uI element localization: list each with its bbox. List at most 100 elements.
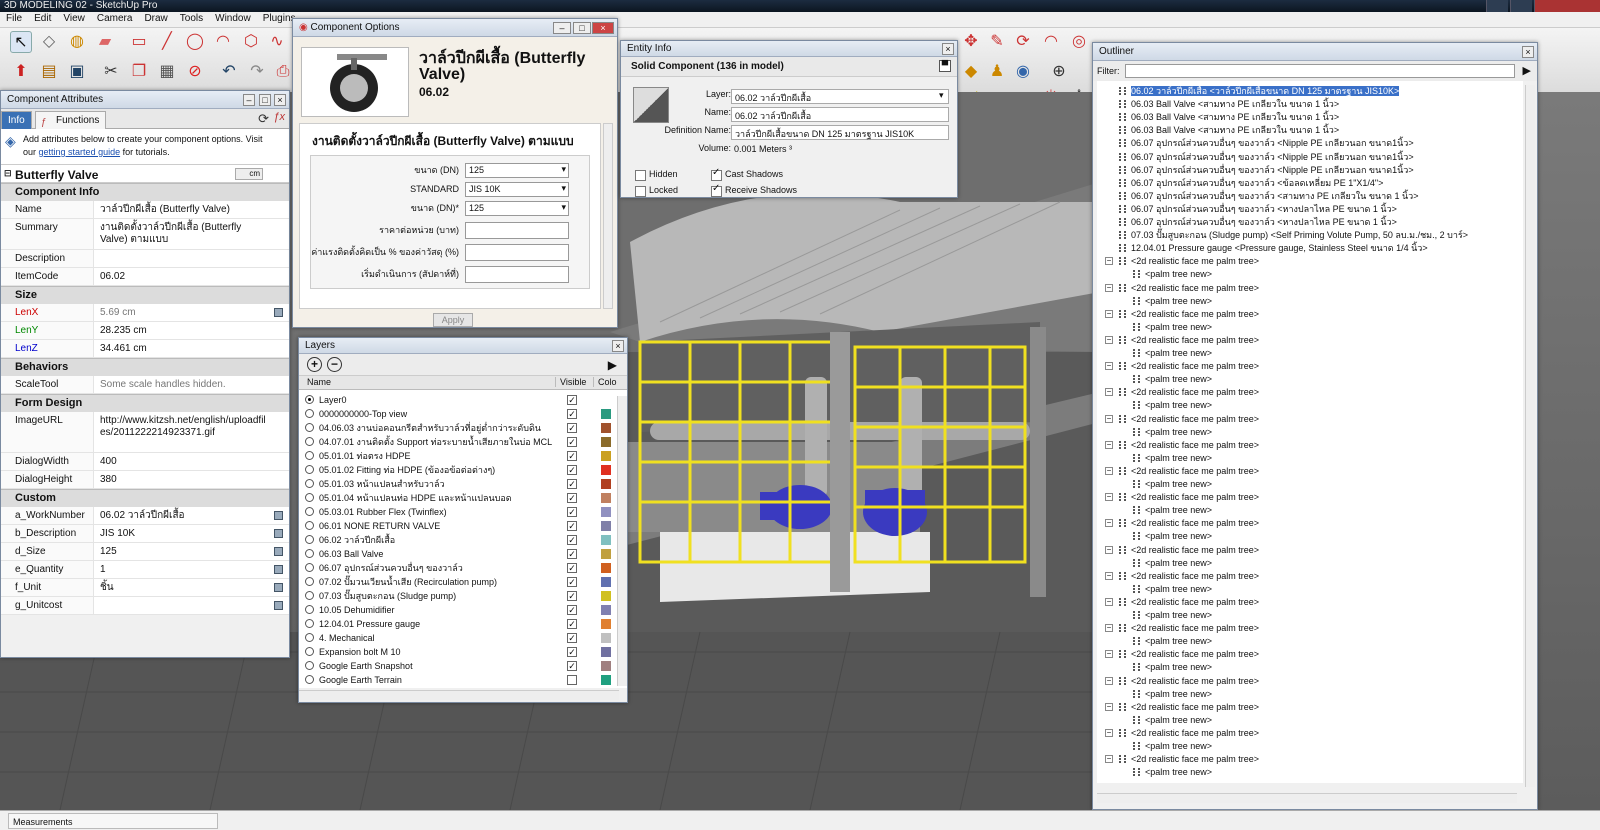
pencil-icon[interactable]: ✎ [986,31,1008,53]
layer-row[interactable]: 05.01.03 หน้าแปลนสำหรับวาล์ว ✓ [299,477,611,491]
outliner-item[interactable]: <palm tree new> [1133,373,1212,386]
eraser-icon[interactable]: ▰ [94,31,116,53]
menu-camera[interactable]: Camera [91,12,139,25]
attr-value[interactable] [93,250,289,267]
collapse-icon[interactable]: − [1105,650,1113,659]
component-options-titlebar[interactable]: ◉ Component Options – □ × [293,19,617,37]
orbit-icon[interactable]: ◉ [1012,61,1034,83]
layer-color-swatch[interactable] [601,395,611,405]
delete-icon[interactable]: ⊘ [184,61,206,83]
collapse-icon[interactable]: − [1105,257,1113,266]
active-layer-radio[interactable] [305,465,314,474]
outliner-item[interactable]: − <2d realistic face me palm tree> [1105,517,1259,530]
collapse-icon[interactable]: − [1105,571,1113,580]
push-pull-icon[interactable]: ⬆ [10,61,32,83]
polygon-icon[interactable]: ⬡ [240,31,262,53]
layer-color-swatch[interactable] [601,619,611,629]
maximize-icon[interactable]: □ [573,22,591,34]
outliner-item[interactable]: − <2d realistic face me palm tree> [1105,701,1259,714]
layer-visible-checkbox[interactable]: ✓ [567,479,577,489]
layer-visible-checkbox[interactable]: ✓ [567,409,577,419]
outliner-item[interactable]: − <2d realistic face me palm tree> [1105,648,1259,661]
layer-visible-checkbox[interactable]: ✓ [567,549,577,559]
maximize-button[interactable] [1510,0,1532,12]
layer-visible-checkbox[interactable]: ✓ [567,507,577,517]
layer-row[interactable]: 06.01 NONE RETURN VALVE ✓ [299,519,611,533]
layer-row[interactable]: 04.06.03 งานบ่อคอนกรีตสำหรับวาล์วที่อยู่… [299,421,611,435]
paint-bucket-icon[interactable]: ◍ [66,31,88,53]
outliner-item[interactable]: 06.07 อุปกรณ์ส่วนควบอื่นๆ ของวาล์ว <หางป… [1119,216,1397,229]
outliner-item[interactable]: <palm tree new> [1133,321,1212,334]
collapse-icon[interactable]: − [1105,362,1113,371]
refresh-icon[interactable]: ⟳ [258,111,269,127]
outliner-item[interactable]: − <2d realistic face me palm tree> [1105,360,1259,373]
layer-color-swatch[interactable] [601,507,611,517]
details-icon[interactable]: ▀ [939,60,951,72]
entity-info-titlebar[interactable]: Entity Info × [621,41,957,57]
unit-price-input[interactable] [465,221,569,239]
outliner-item[interactable]: <palm tree new> [1133,347,1212,360]
offset-icon[interactable]: ◠ [1040,31,1062,53]
outliner-item[interactable]: 06.07 อุปกรณ์ส่วนควบอื่นๆ ของวาล์ว <Nipp… [1119,137,1414,150]
calculator-icon[interactable] [274,308,283,317]
outliner-item[interactable]: 06.07 อุปกรณ์ส่วนควบอื่นๆ ของวาล์ว <สามท… [1119,190,1419,203]
size-dn2-select[interactable]: 125 [465,200,569,216]
outliner-item[interactable]: − <2d realistic face me palm tree> [1105,544,1259,557]
layer-visible-checkbox[interactable]: ✓ [567,465,577,475]
layer-color-swatch[interactable] [601,423,611,433]
details-icon[interactable]: ▶ [1523,64,1531,77]
collapse-icon[interactable]: − [1105,309,1113,318]
layer-row[interactable]: 04.07.01 งานติดตั้ง Support ท่อระบายน้ำเ… [299,435,611,449]
layer-color-swatch[interactable] [601,675,611,685]
layer-row[interactable]: 05.01.01 ท่อตรง HDPE ✓ [299,449,611,463]
attr-value[interactable]: 1 [93,561,289,578]
attr-value[interactable]: Some scale handles hidden. [93,376,289,393]
outliner-item[interactable]: 06.03 Ball Valve <สามทาง PE เกลียวใน ขนา… [1119,124,1339,137]
layer-row[interactable]: 0000000000-Top view ✓ [299,407,611,421]
attr-value[interactable]: http://www.kitzsh.net/english/uploadfile… [93,412,289,452]
calculator-icon[interactable] [274,583,283,592]
select-icon[interactable]: ↖ [10,31,32,53]
outliner-item[interactable]: − <2d realistic face me palm tree> [1105,675,1259,688]
outliner-item[interactable]: <palm tree new> [1133,583,1212,596]
layer-color-swatch[interactable] [601,647,611,657]
outliner-horizontal-scrollbar[interactable] [1097,793,1517,803]
layer-visible-checkbox[interactable] [567,675,577,685]
layer-color-swatch[interactable] [601,521,611,531]
close-icon[interactable]: × [274,94,286,106]
component-attributes-titlebar[interactable]: Component Attributes – □ × [1,91,289,109]
outliner-item[interactable]: − <2d realistic face me palm tree> [1105,570,1259,583]
outliner-item[interactable]: <palm tree new> [1133,661,1212,674]
layer-color-swatch[interactable] [601,479,611,489]
layer-visible-checkbox[interactable]: ✓ [567,493,577,503]
layer-row[interactable]: 06.07 อุปกรณ์ส่วนควบอื่นๆ ของวาล์ว ✓ [299,561,611,575]
layer-row[interactable]: 4. Mechanical ✓ [299,631,611,645]
layer-row[interactable]: 07.02 ปั๊มวนเวียนน้ำเสีย (Recirculation … [299,575,611,589]
outliner-item[interactable]: <palm tree new> [1133,268,1212,281]
locked-checkbox[interactable]: Locked [635,185,678,197]
minimize-button[interactable] [1486,0,1508,12]
close-icon[interactable]: × [612,340,624,352]
outliner-item[interactable]: 06.07 อุปกรณ์ส่วนควบอื่นๆ ของวาล์ว <ข้อล… [1119,177,1383,190]
menu-tools[interactable]: Tools [174,12,209,25]
outliner-item[interactable]: 06.03 Ball Valve <สามทาง PE เกลียวใน ขนา… [1119,98,1339,111]
restore-icon[interactable]: □ [259,94,271,106]
layer-row[interactable]: 10.05 Dehumidifier ✓ [299,603,611,617]
col-name[interactable]: Name [307,377,331,387]
col-visible[interactable]: Visible [555,377,586,387]
move-icon[interactable]: ✥ [960,31,982,53]
standard-select[interactable]: JIS 10K [465,181,569,197]
outliner-item[interactable]: <palm tree new> [1133,478,1212,491]
outliner-item[interactable]: 06.07 อุปกรณ์ส่วนควบอื่นๆ ของวาล์ว <Nipp… [1119,151,1414,164]
outliner-item[interactable]: − <2d realistic face me palm tree> [1105,308,1259,321]
attr-value[interactable]: ชิ้น [93,579,289,596]
collapse-icon[interactable]: − [1105,335,1113,344]
outliner-item[interactable]: <palm tree new> [1133,766,1212,779]
layer-row[interactable]: Layer0 ✓ [299,393,611,407]
tab-functions[interactable]: ƒ Functions [35,111,107,129]
outliner-item[interactable]: 06.03 Ball Valve <สามทาง PE เกลียวใน ขนา… [1119,111,1339,124]
size-dn-select[interactable]: 125 [465,162,569,178]
outliner-item[interactable]: − <2d realistic face me palm tree> [1105,622,1259,635]
receive-shadows-checkbox[interactable]: Receive Shadows [711,183,797,197]
layer-row[interactable]: 07.03 ปั๊มสูบตะกอน (Sludge pump) ✓ [299,589,611,603]
